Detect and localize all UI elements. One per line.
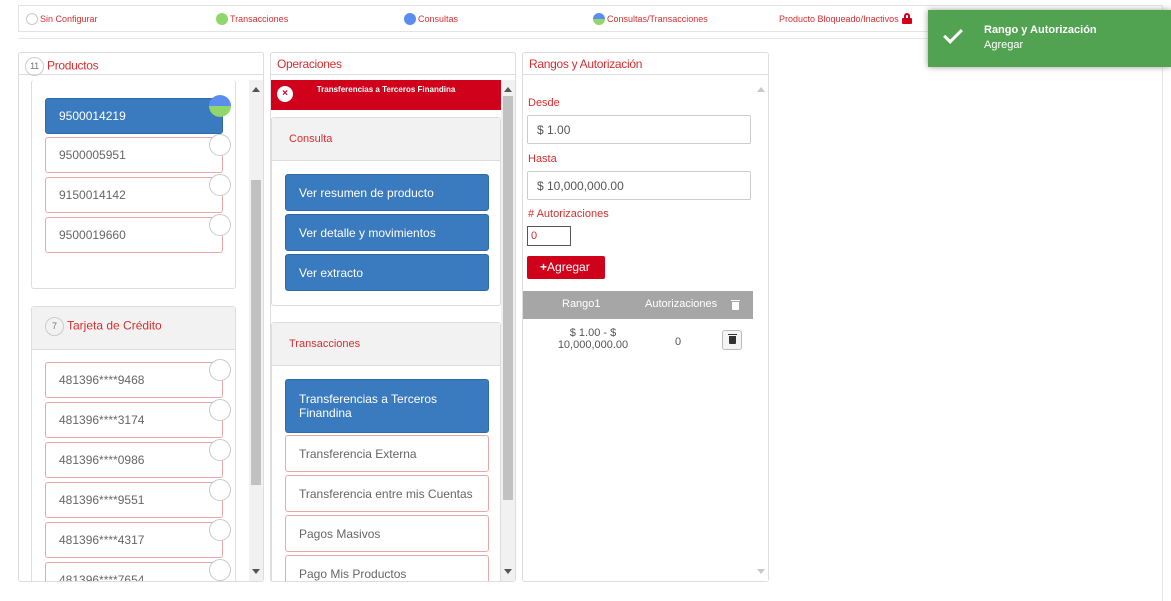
- unconfigured-status-icon: [209, 559, 231, 581]
- panel-title: 11 Productos: [19, 53, 263, 76]
- desde-label: Desde: [528, 97, 560, 109]
- product-item[interactable]: 9500014219: [45, 95, 231, 134]
- success-toast[interactable]: Rango y Autorización Agregar: [928, 10, 1171, 67]
- transacciones-group-title[interactable]: Transacciones: [272, 323, 500, 366]
- productos-scrollbar[interactable]: [249, 80, 263, 581]
- rangos-scrollbar[interactable]: [754, 80, 768, 581]
- accounts-group: 9500014219 9500005951 9150014142 9500019…: [31, 80, 236, 289]
- pagos-masivos-button[interactable]: Pagos Masivos: [285, 515, 489, 552]
- transferencia-mis-cuentas-button[interactable]: Transferencia entre mis Cuentas: [285, 475, 489, 512]
- transferencias-terceros-button[interactable]: Transferencias a Terceros Finandina: [285, 379, 489, 433]
- productos-panel: 11 Productos 9500014219 9500005951 915001…: [18, 52, 264, 582]
- green-circle-icon: [216, 13, 228, 25]
- credit-card-group-header[interactable]: 7 Tarjeta de Crédito: [32, 307, 235, 350]
- consultas-transacciones-status-icon: [209, 95, 231, 117]
- legend-sin-configurar: Sin Configurar: [26, 13, 98, 25]
- product-item[interactable]: 9500005951: [45, 134, 231, 173]
- autorizaciones-cell: 0: [674, 336, 682, 348]
- scroll-down-icon[interactable]: [757, 569, 765, 574]
- scroll-up-icon[interactable]: [757, 87, 765, 92]
- legend-transacciones: Transacciones: [216, 13, 288, 25]
- credit-card-item[interactable]: 481396****9468: [45, 359, 231, 398]
- rangos-table-header: Rango1 Autorizaciones: [523, 291, 753, 319]
- product-count-badge: 11: [25, 57, 44, 76]
- credit-card-item[interactable]: 481396****7654: [45, 559, 231, 581]
- unconfigured-status-icon: [209, 399, 231, 421]
- unconfigured-status-icon: [209, 214, 231, 236]
- rangos-panel: Rangos y Autorización Desde $ 1.00 Hasta…: [522, 52, 769, 582]
- trash-icon: [728, 334, 737, 344]
- credit-card-item[interactable]: 481396****4317: [45, 519, 231, 558]
- rango-cell: $ 1.00 - $ 10,000,000.00: [557, 327, 629, 351]
- transacciones-group: Transacciones Transferencias a Terceros …: [271, 322, 501, 581]
- consulta-group-title[interactable]: Consulta: [272, 118, 500, 161]
- transferencia-externa-button[interactable]: Transferencia Externa: [285, 435, 489, 472]
- operaciones-scroll-area[interactable]: Consulta Ver resumen de producto Ver det…: [271, 110, 515, 581]
- lock-icon: [901, 13, 912, 24]
- desde-input[interactable]: $ 1.00: [527, 115, 751, 144]
- hasta-label: Hasta: [528, 153, 557, 165]
- unconfigured-status-icon: [209, 439, 231, 461]
- legend-consultas: Consultas: [404, 13, 458, 25]
- column-header-rango: Rango1: [562, 298, 601, 310]
- product-item[interactable]: 9500019660: [45, 214, 231, 253]
- ver-extracto-button[interactable]: Ver extracto: [285, 254, 489, 291]
- empty-circle-icon: [26, 13, 38, 25]
- scroll-down-icon[interactable]: [504, 569, 512, 574]
- productos-scroll-area[interactable]: 9500014219 9500005951 9150014142 9500019…: [19, 80, 263, 581]
- unconfigured-status-icon: [209, 359, 231, 381]
- delete-all-icon[interactable]: [731, 300, 740, 310]
- check-icon: [943, 24, 963, 44]
- credit-card-count-badge: 7: [45, 317, 64, 336]
- plus-icon: +: [540, 260, 548, 274]
- toast-message: Agregar: [984, 39, 1024, 51]
- unconfigured-status-icon: [209, 519, 231, 541]
- rangos-scroll-area: Desde $ 1.00 Hasta $ 10,000,000.00 # Aut…: [523, 80, 768, 581]
- unconfigured-status-icon: [209, 479, 231, 501]
- operaciones-scrollbar[interactable]: [501, 80, 515, 581]
- credit-card-item[interactable]: 481396****0986: [45, 439, 231, 478]
- agregar-button[interactable]: +Agregar: [527, 256, 605, 279]
- pago-mis-productos-button[interactable]: Pago Mis Productos: [285, 555, 489, 581]
- autorizaciones-input[interactable]: 0: [527, 226, 571, 246]
- unconfigured-status-icon: [209, 174, 231, 196]
- legend-consultas-transacciones: Consultas/Transacciones: [593, 13, 708, 25]
- credit-card-group: 7 Tarjeta de Crédito 481396****9468 48139…: [31, 306, 236, 581]
- legend-bloqueado: Producto Bloqueado/Inactivos: [779, 13, 912, 24]
- scrollbar-thumb[interactable]: [251, 180, 261, 485]
- unconfigured-status-icon: [209, 134, 231, 156]
- delete-row-button[interactable]: [722, 330, 742, 350]
- scroll-up-icon[interactable]: [504, 87, 512, 92]
- consulta-group: Consulta Ver resumen de producto Ver det…: [271, 117, 501, 306]
- scrollbar-thumb[interactable]: [503, 96, 513, 500]
- column-header-autorizaciones: Autorizaciones: [645, 298, 718, 310]
- scroll-up-icon[interactable]: [252, 87, 260, 92]
- ver-resumen-button[interactable]: Ver resumen de producto: [285, 174, 489, 211]
- blue-circle-icon: [404, 13, 416, 25]
- scroll-down-icon[interactable]: [252, 569, 260, 574]
- credit-card-item[interactable]: 481396****3174: [45, 399, 231, 438]
- hasta-input[interactable]: $ 10,000,000.00: [527, 171, 751, 200]
- half-circle-icon: [593, 13, 605, 25]
- panel-title: Operaciones: [271, 53, 515, 75]
- ver-detalle-button[interactable]: Ver detalle y movimientos: [285, 214, 489, 251]
- panel-title: Rangos y Autorización: [523, 53, 768, 75]
- credit-card-item[interactable]: 481396****9551: [45, 479, 231, 518]
- divider: [1162, 5, 1163, 601]
- product-item[interactable]: 9150014142: [45, 174, 231, 213]
- toast-title: Rango y Autorización: [984, 24, 1097, 36]
- operaciones-panel: Operaciones × Transferencias a Terceros …: [270, 52, 516, 582]
- autorizaciones-label: # Autorizaciones: [528, 208, 609, 220]
- selected-operation-header: × Transferencias a Terceros Finandina: [271, 80, 501, 110]
- close-icon[interactable]: ×: [277, 86, 293, 102]
